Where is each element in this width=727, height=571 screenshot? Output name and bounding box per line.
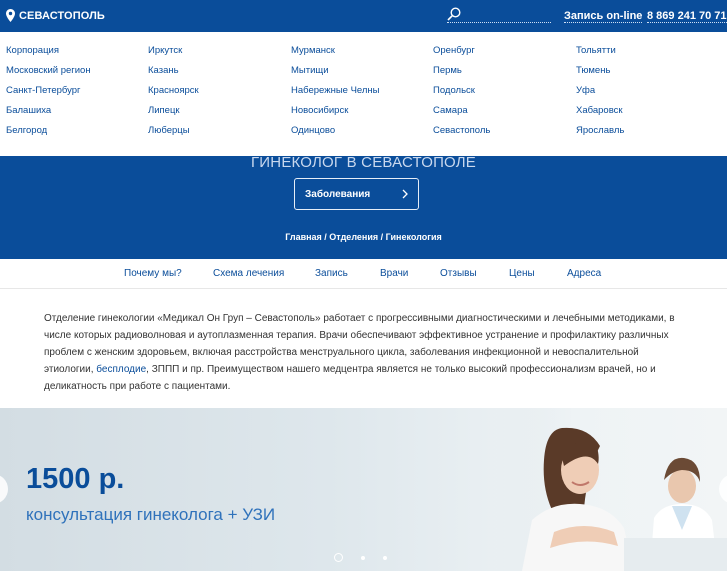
city-column: Тольятти Тюмень Уфа Хабаровск Ярославль [576,45,624,145]
city-link[interactable]: Пермь [433,65,490,85]
city-link[interactable]: Иркутск [148,45,199,65]
city-link[interactable]: Корпорация [6,45,91,65]
slider-dot[interactable] [334,553,343,562]
phone-link[interactable]: 8 869 241 70 71 [647,10,727,23]
tab-doctors[interactable]: Врачи [380,268,408,279]
search-icon[interactable] [447,7,461,21]
city-column: Оренбург Пермь Подольск Самара Севастопо… [433,45,490,145]
city-link[interactable]: Одинцово [291,125,380,145]
city-link[interactable]: Севастополь [433,125,490,145]
city-link[interactable]: Красноярск [148,85,199,105]
location-pin-icon [6,9,15,22]
tab-prices[interactable]: Цены [509,268,535,279]
tab-addresses[interactable]: Адреса [567,268,601,279]
doctor-patient-photo [492,408,727,571]
city-link[interactable]: Люберцы [148,125,199,145]
city-link[interactable]: Казань [148,65,199,85]
slider-dot[interactable] [383,555,387,560]
city-selector[interactable]: СЕВАСТОПОЛЬ [6,9,105,22]
city-link[interactable]: Тольятти [576,45,624,65]
top-bar: СЕВАСТОПОЛЬ Запись on-line 8 869 241 70 … [0,0,727,32]
diseases-button-label: Заболевания [305,188,371,200]
search-box [447,7,551,23]
breadcrumb[interactable]: Главная / Отделения / Гинекология [0,232,727,242]
tab-reviews[interactable]: Отзывы [440,268,477,279]
slider-dots [334,553,405,562]
intro-text: Отделение гинекологии «Медикал Он Груп –… [44,310,684,395]
city-column: Иркутск Казань Красноярск Липецк Люберцы [148,45,199,145]
city-link[interactable]: Подольск [433,85,490,105]
city-column: Мурманск Мытищи Набережные Челны Новосиб… [291,45,380,145]
search-input[interactable] [463,7,551,22]
tab-appointment[interactable]: Запись [315,268,348,279]
city-link[interactable]: Балашиха [6,105,91,125]
infertility-link[interactable]: бесплодие [96,364,146,375]
section-tabs: Почему мы? Схема лечения Запись Врачи От… [0,259,727,289]
city-column: Корпорация Московский регион Санкт-Петер… [6,45,91,145]
city-link[interactable]: Новосибирск [291,105,380,125]
city-link[interactable]: Санкт-Петербург [6,85,91,105]
city-name: СЕВАСТОПОЛЬ [19,9,105,22]
city-link[interactable]: Оренбург [433,45,490,65]
diseases-button[interactable]: Заболевания [294,178,419,210]
slider-dot[interactable] [361,555,365,560]
city-link[interactable]: Московский регион [6,65,91,85]
hero-banner: ГИНЕКОЛОГ В СЕВАСТОПОЛЕ Заболевания Глав… [0,156,727,259]
city-link[interactable]: Уфа [576,85,624,105]
city-link[interactable]: Мурманск [291,45,380,65]
city-link[interactable]: Ярославль [576,125,624,145]
city-link[interactable]: Тюмень [576,65,624,85]
chevron-right-icon [402,189,408,199]
city-link[interactable]: Набережные Челны [291,85,380,105]
city-link[interactable]: Хабаровск [576,105,624,125]
promo-subtitle: консультация гинеколога + УЗИ [26,505,276,524]
city-link[interactable]: Мытищи [291,65,380,85]
promo-slider: 1500 р. консультация гинеколога + УЗИ [0,408,727,571]
city-link[interactable]: Липецк [148,105,199,125]
online-booking-link[interactable]: Запись on-line [564,10,643,23]
tab-why-us[interactable]: Почему мы? [124,268,182,279]
city-dropdown: Корпорация Московский регион Санкт-Петер… [0,32,727,156]
promo-price: 1500 р. [26,463,125,495]
slider-prev-button[interactable] [0,474,8,504]
city-link[interactable]: Белгород [6,125,91,145]
tab-treatment-scheme[interactable]: Схема лечения [213,268,284,279]
page-title: ГИНЕКОЛОГ В СЕВАСТОПОЛЕ [250,156,477,171]
city-link[interactable]: Самара [433,105,490,125]
